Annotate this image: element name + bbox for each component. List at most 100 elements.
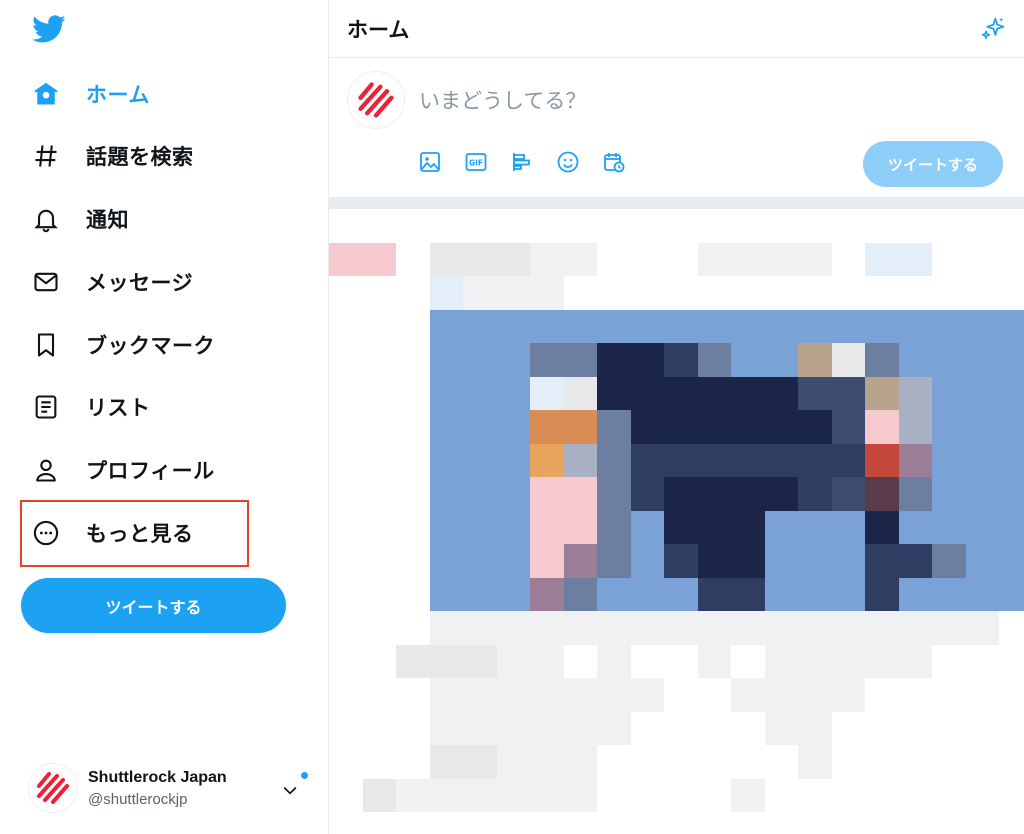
sparkle-icon[interactable] [979, 15, 1007, 43]
compose-input[interactable] [419, 83, 839, 119]
mosaic-cell [597, 209, 631, 243]
mosaic-cell [563, 611, 597, 645]
mosaic-cell [463, 510, 497, 544]
mosaic-cell [630, 343, 664, 377]
schedule-icon[interactable] [599, 147, 629, 177]
mosaic-cell [630, 309, 664, 343]
compose-tweet-button[interactable]: ツイートする [863, 141, 1003, 187]
mosaic-cell [630, 477, 664, 511]
mosaic-cell [362, 242, 396, 276]
mosaic-cell [396, 443, 430, 477]
mosaic-cell [429, 477, 463, 511]
mosaic-cell [831, 242, 865, 276]
mosaic-cell [831, 410, 865, 444]
mosaic-cell [496, 678, 530, 712]
mosaic-cell [697, 376, 731, 410]
svg-text:GIF: GIF [469, 159, 483, 168]
mosaic-cell [831, 644, 865, 678]
mosaic-cell [764, 778, 798, 812]
mosaic-cell [664, 410, 698, 444]
mosaic-cell [932, 644, 966, 678]
tweet-button[interactable]: ツイートする [21, 578, 286, 633]
mosaic-cell [329, 778, 363, 812]
mosaic-cell [697, 477, 731, 511]
gif-icon[interactable]: GIF [461, 147, 491, 177]
mosaic-cell [831, 678, 865, 712]
mosaic-cell [362, 745, 396, 779]
mosaic-cell [697, 209, 731, 243]
mosaic-cell [429, 510, 463, 544]
mosaic-cell [932, 544, 966, 578]
mosaic-cell [396, 611, 430, 645]
nav-item-bookmarks[interactable]: ブックマーク [20, 319, 215, 371]
nav-item-explore[interactable]: 話題を検索 [20, 130, 194, 182]
mosaic-cell [731, 611, 765, 645]
mosaic-cell [463, 745, 497, 779]
mosaic-cell [831, 343, 865, 377]
account-switcher[interactable]: Shuttlerock Japan @shuttlerockjp [28, 760, 318, 816]
mosaic-cell [764, 242, 798, 276]
mosaic-cell [898, 443, 932, 477]
mosaic-cell [329, 711, 363, 745]
mosaic-cell [396, 209, 430, 243]
image-icon[interactable] [415, 147, 445, 177]
mosaic-cell [362, 510, 396, 544]
emoji-icon[interactable] [553, 147, 583, 177]
mosaic-cell [731, 577, 765, 611]
mosaic-cell [630, 242, 664, 276]
mosaic-cell [865, 644, 899, 678]
nav-item-profile[interactable]: プロフィール [20, 444, 215, 496]
mosaic-cell [965, 644, 999, 678]
mosaic-cell [563, 477, 597, 511]
mosaic-cell [530, 209, 564, 243]
mosaic-cell [865, 410, 899, 444]
bookmark-icon [20, 319, 72, 371]
mosaic-cell [898, 644, 932, 678]
mosaic-cell [798, 544, 832, 578]
mosaic-cell [999, 778, 1024, 812]
mosaic-cell [563, 209, 597, 243]
mosaic-cell [664, 276, 698, 310]
mosaic-cell [563, 745, 597, 779]
mosaic-cell [396, 309, 430, 343]
mosaic-cell [898, 678, 932, 712]
mosaic-cell [496, 376, 530, 410]
mosaic-cell [396, 711, 430, 745]
mosaic-cell [429, 209, 463, 243]
mosaic-cell [530, 745, 564, 779]
mosaic-cell [429, 611, 463, 645]
mosaic-cell [965, 577, 999, 611]
shuttlerock-logo-icon [37, 772, 69, 804]
mosaic-cell [965, 343, 999, 377]
mosaic-cell [798, 577, 832, 611]
mosaic-cell [630, 376, 664, 410]
nav-item-messages[interactable]: メッセージ [20, 256, 193, 308]
mosaic-cell [664, 711, 698, 745]
mosaic-cell [865, 309, 899, 343]
mosaic-cell [396, 678, 430, 712]
mosaic-cell [764, 209, 798, 243]
mosaic-cell [563, 544, 597, 578]
mosaic-cell [597, 611, 631, 645]
mosaic-cell [731, 778, 765, 812]
mosaic-cell [965, 711, 999, 745]
mosaic-cell [898, 209, 932, 243]
mosaic-cell [396, 376, 430, 410]
mosaic-cell [563, 309, 597, 343]
mosaic-cell [530, 711, 564, 745]
nav-item-lists[interactable]: リスト [20, 381, 151, 433]
mosaic-cell [630, 577, 664, 611]
mosaic-cell [731, 343, 765, 377]
nav-item-notifications[interactable]: 通知 [20, 193, 129, 245]
twitter-logo-icon[interactable] [32, 12, 66, 46]
timeline-feed[interactable] [329, 209, 1024, 834]
mosaic-cell [865, 711, 899, 745]
mosaic-cell [496, 410, 530, 444]
mosaic-cell [697, 309, 731, 343]
poll-icon[interactable] [507, 147, 537, 177]
mosaic-cell [362, 711, 396, 745]
nav-item-home[interactable]: ホーム [20, 68, 150, 120]
mosaic-cell [396, 510, 430, 544]
mosaic-cell [697, 242, 731, 276]
chevron-down-icon[interactable] [280, 780, 300, 800]
